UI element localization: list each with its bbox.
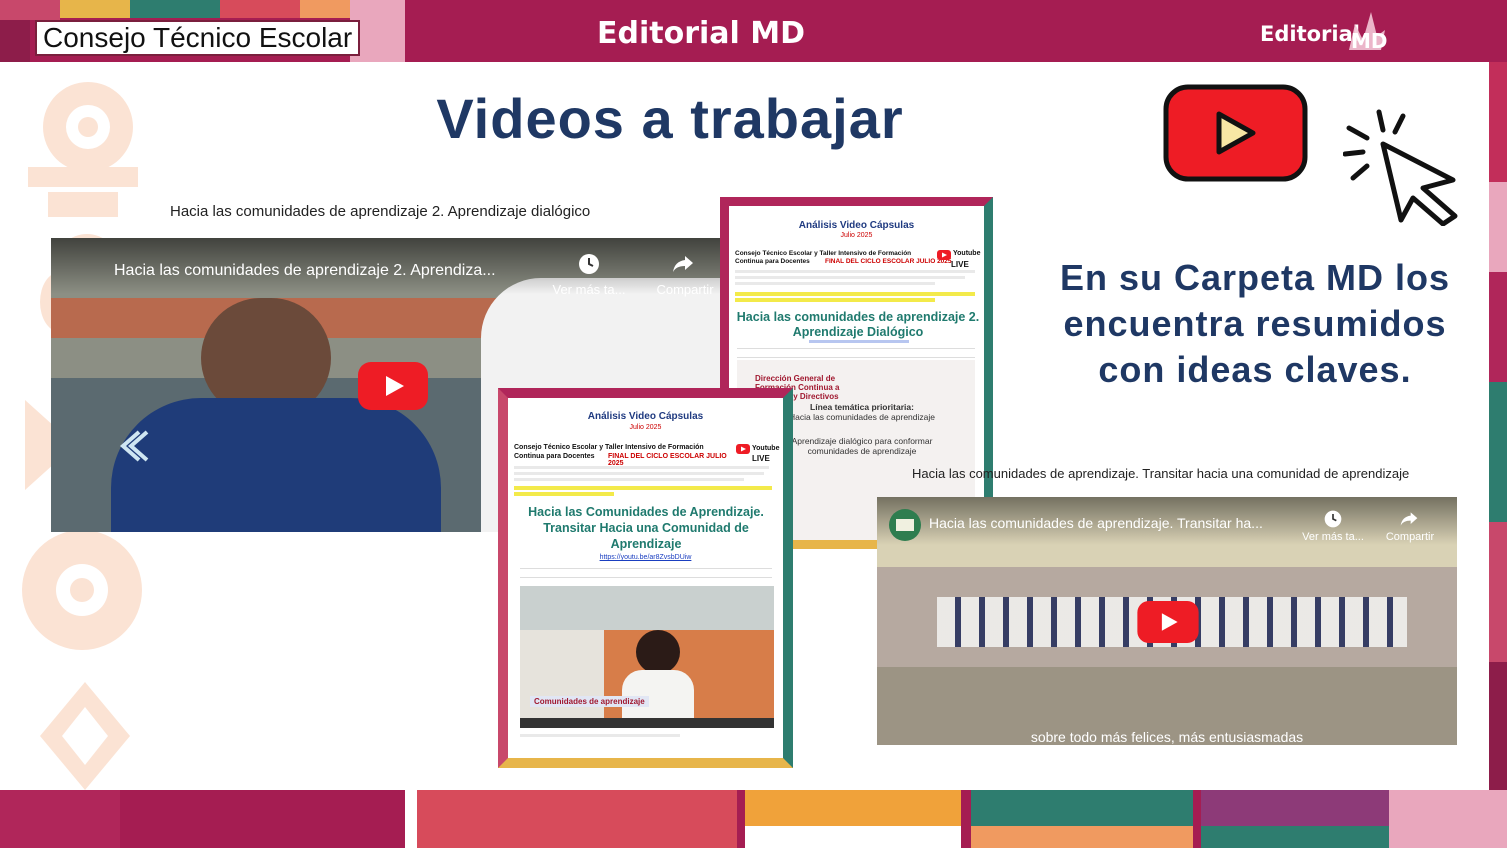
doc1-text-line [735, 282, 935, 285]
video1-person-shirt [111, 398, 441, 532]
share-icon[interactable] [671, 252, 695, 276]
video1-player-title[interactable]: Hacia las comunidades de aprendizaje 2. … [114, 262, 496, 280]
video2-player-title[interactable]: Hacia las comunidades de aprendizaje. Tr… [929, 515, 1263, 531]
doc2-intro-line1: Consejo Técnico Escolar y Taller Intensi… [514, 444, 704, 451]
doc2-highlight [514, 492, 614, 496]
doc1-slide-line1: Línea temática prioritaria: [810, 402, 914, 412]
decorative-diamond-icon [40, 682, 130, 790]
right-color-strip [1489, 62, 1507, 792]
play-button-icon[interactable] [358, 362, 428, 410]
doc1-intro-line1: Consejo Técnico Escolar y Taller Intensi… [735, 250, 912, 257]
doc2-youtube-icon [736, 444, 750, 454]
clock-icon[interactable] [1323, 509, 1343, 529]
doc1-slide-line3: Aprendizaje dialógico para conformar com… [791, 436, 933, 456]
decorative-sun-icon [22, 530, 142, 650]
decorative-bird-glyph-icon [28, 82, 138, 217]
footer-tile [1201, 826, 1389, 848]
doc2-intro-line2a: Continua para Docentes [514, 453, 595, 460]
doc1-yt-bar [737, 348, 975, 358]
doc2-video-controls [520, 718, 774, 728]
footer-tile [971, 790, 1193, 826]
channel-avatar-icon[interactable] [889, 509, 921, 541]
doc1-youtube-icon [937, 250, 951, 260]
doc2-text-line [514, 478, 744, 481]
page-title: Videos a trabajar [436, 87, 904, 150]
watch-later-label[interactable]: Ver más ta... [547, 282, 631, 297]
header-center-title: Editorial MD [597, 16, 806, 51]
doc1-link-line [809, 340, 909, 343]
doc1-intro-line2b: FINAL DEL CICLO ESCOLAR JULIO 2025 [825, 258, 952, 265]
doc1-youtube-word: Youtube [953, 250, 981, 257]
doc2-heading: Análisis Video Cápsulas [587, 411, 704, 422]
doc2-thumb-ceiling [520, 586, 774, 630]
doc1-title: Hacia las comunidades de aprendizaje 2. … [736, 310, 980, 339]
footer-tile [417, 790, 737, 848]
doc2-text-line [514, 466, 769, 469]
video1-caption: Hacia las comunidades de aprendizaje 2. … [170, 203, 591, 220]
footer-tile [1389, 790, 1507, 848]
footer-band [0, 790, 1507, 848]
footer-tile [0, 790, 120, 848]
video2-player[interactable]: Hacia las comunidades de aprendizaje. Tr… [877, 497, 1457, 745]
footer-tile [1201, 790, 1389, 826]
share-label[interactable]: Compartir [647, 282, 723, 297]
watch-later-label[interactable]: Ver más ta... [1295, 531, 1371, 543]
doc2-video-label: Comunidades de aprendizaje [530, 696, 649, 707]
doc2-text-line [514, 472, 764, 475]
play-button-icon[interactable] [1137, 601, 1199, 643]
svg-text:MD: MD [1351, 29, 1388, 53]
doc2-summary[interactable]: Análisis Video Cápsulas Julio 2025 Conse… [498, 388, 793, 768]
youtube-logo-icon [1163, 84, 1308, 182]
header-tile [0, 20, 30, 62]
footer-tile [745, 826, 961, 848]
doc1-date: Julio 2025 [840, 232, 873, 239]
doc2-intro-line2b: FINAL DEL CICLO ESCOLAR JULIO 2025 [608, 453, 727, 467]
click-cursor-icon [1343, 109, 1458, 226]
doc1-highlight [735, 298, 935, 302]
doc1-intro-line2a: Continua para Docentes [735, 258, 810, 265]
doc2-live-word: LIVE [752, 454, 770, 463]
doc2-date: Julio 2025 [629, 424, 662, 431]
editorial-md-logo-icon: MD [1349, 12, 1388, 53]
video2-caption: Hacia las comunidades de aprendizaje. Tr… [912, 466, 1410, 481]
doc2-thumb-hall [520, 630, 604, 728]
doc1-slide-line2: Hacia las comunidades de aprendizaje [788, 412, 935, 422]
chevron-left-icon[interactable] [111, 426, 151, 466]
slide: Consejo Técnico Escolar Editorial MD Edi… [0, 0, 1507, 848]
header-tile [220, 0, 300, 18]
doc2-title: Hacia las Comunidades de Aprendizaje. Tr… [528, 505, 764, 551]
header-label: Consejo Técnico Escolar [35, 20, 361, 56]
video2-subtitle: sobre todo más felices, más entusiasmada… [1030, 729, 1304, 745]
doc2-highlight [514, 486, 772, 490]
doc1-text-line [735, 276, 965, 279]
doc2-youtube-word: Youtube [752, 445, 780, 452]
footer-tile [405, 790, 417, 848]
doc2-page: Análisis Video Cápsulas Julio 2025 Conse… [508, 398, 783, 758]
doc2-link[interactable]: https://youtu.be/ar8ZvsbDUiw [508, 554, 783, 561]
doc1-heading: Análisis Video Cápsulas [798, 220, 915, 231]
header-tile [60, 0, 130, 18]
doc2-text-line [520, 734, 680, 737]
doc1-live-word: LIVE [951, 260, 969, 269]
header-tile [300, 0, 350, 18]
clock-icon[interactable] [577, 252, 601, 276]
doc1-text-line [735, 270, 975, 273]
footer-tile [745, 790, 961, 826]
header-band: Consejo Técnico Escolar Editorial MD Edi… [0, 0, 1507, 62]
share-icon[interactable] [1399, 509, 1419, 529]
header-tile [0, 0, 60, 20]
carpeta-md-note: En su Carpeta MD los encuentra resumidos… [1059, 257, 1451, 390]
share-label[interactable]: Compartir [1377, 531, 1443, 543]
doc1-highlight [735, 292, 975, 296]
doc2-yt-bar [520, 568, 772, 578]
doc2-video-thumb[interactable]: Comunidades de aprendizaje [520, 586, 774, 728]
header-tile [130, 0, 220, 18]
footer-tile [971, 826, 1193, 848]
doc2-thumb-head [636, 630, 680, 674]
